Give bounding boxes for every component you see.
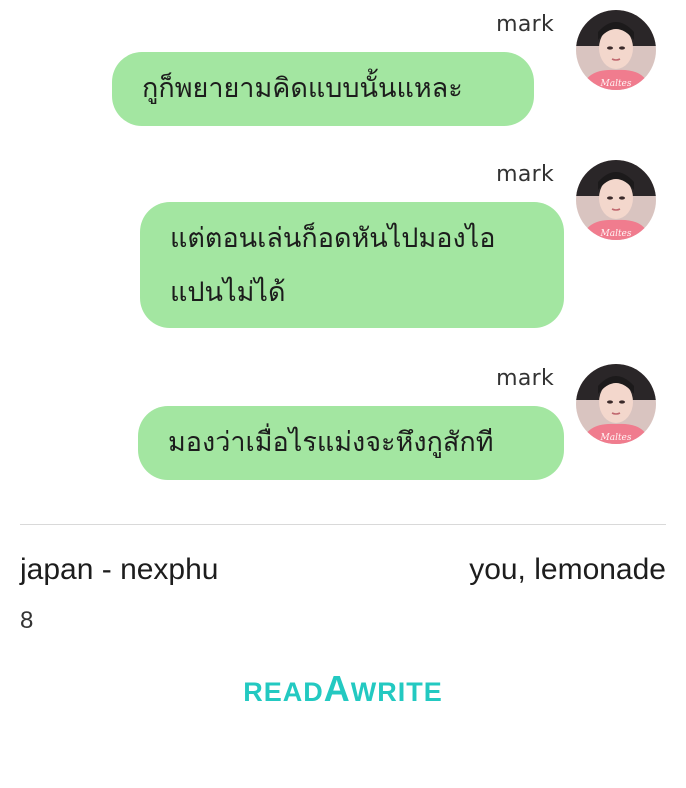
avatar-photo-icon: Maltes [576,160,656,240]
avatar-photo-icon: Maltes [576,10,656,90]
message-text: มองว่าเมื่อไรแม่งจะหึงกูสักที [168,427,494,458]
svg-text:Maltes: Maltes [599,433,631,443]
chat-page: mark Maltes กูก็พยายามคิดแบบนั้นแหละ mar… [0,0,686,788]
sender-name: mark [496,12,554,37]
chapter-title[interactable]: you, lemonade [469,553,666,587]
svg-text:Maltes: Maltes [599,229,631,239]
sender-name: mark [496,366,554,391]
message-bubble[interactable]: แต่ตอนเล่นก็อดหันไปมองไอ แปนไม่ได้ [140,202,564,328]
svg-text:Maltes: Maltes [599,79,631,89]
message-text: กูก็พยายามคิดแบบนั้นแหละ [142,73,463,104]
divider [20,524,666,525]
sender-name: mark [496,162,554,187]
story-title[interactable]: japan - nexphu [20,553,219,587]
chapter-number: 8 [20,607,34,634]
avatar[interactable]: Maltes [576,364,656,444]
avatar[interactable]: Maltes [576,160,656,240]
message-bubble[interactable]: กูก็พยายามคิดแบบนั้นแหละ [112,52,534,126]
message-text: แปนไม่ได้ [170,277,286,308]
logo-prefix: READ [243,677,324,707]
message-bubble[interactable]: มองว่าเมื่อไรแม่งจะหึงกูสักที [138,406,564,480]
logo-highlight: A [323,668,351,709]
avatar[interactable]: Maltes [576,10,656,90]
logo-suffix: WRITE [350,677,443,707]
message-text: แต่ตอนเล่นก็อดหันไปมองไอ [170,223,496,254]
avatar-photo-icon: Maltes [576,364,656,444]
readawrite-logo: READAWRITE [0,668,686,710]
